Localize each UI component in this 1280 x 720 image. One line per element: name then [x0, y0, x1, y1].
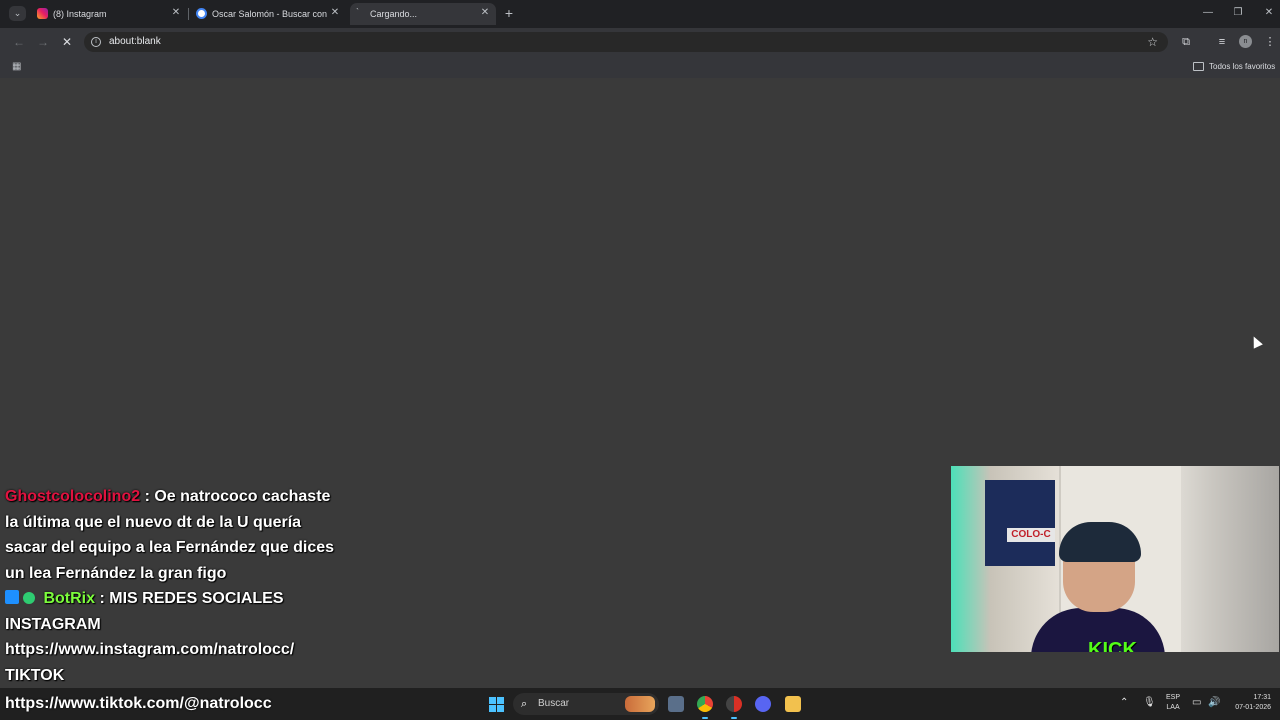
file-explorer-icon[interactable] — [785, 696, 801, 712]
new-tab-button[interactable]: + — [501, 5, 517, 21]
close-window-button[interactable]: ✕ — [1261, 6, 1277, 20]
network-icon[interactable]: ▭ — [1192, 696, 1201, 710]
close-icon: ✕ — [61, 35, 73, 49]
chat-link: https://www.tiktok.com/@natrolocc — [5, 695, 272, 712]
language-code: ESP — [1166, 694, 1181, 701]
chat-link: https://www.instagram.com/natrolocc/ — [5, 641, 295, 658]
bookmarks-bar: ▦ Todos los favoritos — [0, 56, 1280, 78]
taskbar-search[interactable]: ⌕ Buscar — [513, 693, 659, 715]
tab-search-button[interactable]: ⌄ — [9, 6, 26, 21]
start-icon[interactable] — [489, 697, 504, 712]
volume-icon[interactable]: 🔊 — [1208, 696, 1220, 710]
apps-grid-icon[interactable]: ▦ — [12, 61, 24, 73]
kebab-menu-icon: ⋮ — [1264, 36, 1276, 48]
menu-button[interactable]: ⋮ — [1262, 34, 1278, 50]
stop-loading-button[interactable]: ✕ — [59, 34, 75, 50]
chat-message: BotRix : MIS REDES SOCIALES INSTAGRAM ht… — [5, 586, 335, 688]
tab-loading[interactable]: ` Cargando... ✕ — [350, 3, 496, 25]
mouse-cursor-icon — [1249, 334, 1263, 349]
streamer — [1025, 522, 1165, 652]
info-icon[interactable]: i — [91, 37, 101, 47]
search-icon: ⌕ — [521, 698, 528, 710]
profile-avatar[interactable]: n — [1239, 35, 1252, 48]
address-text[interactable]: about:blank — [109, 36, 161, 48]
plus-icon: + — [504, 5, 514, 21]
chat-separator: : — [99, 590, 110, 607]
tab-title: Oscar Salomón - Buscar con Goo — [212, 9, 328, 19]
minimize-button[interactable]: — — [1200, 6, 1216, 20]
restore-button[interactable]: ❐ — [1230, 6, 1246, 20]
chat-text: TIKTOK — [5, 666, 65, 684]
windows-taskbar: https://www.tiktok.com/@natrolocc ⌕ Busc… — [0, 688, 1280, 720]
chrome-icon[interactable] — [697, 696, 713, 719]
all-bookmarks-link[interactable]: Todos los favoritos — [1209, 61, 1275, 72]
media-control-button[interactable]: ≡ — [1214, 34, 1230, 50]
chat-message: Ghostcolocolino2 : Oe natrococo cachaste… — [5, 484, 335, 586]
close-icon: ✕ — [1264, 7, 1274, 18]
restore-icon: ❐ — [1233, 7, 1243, 18]
search-placeholder: Buscar — [538, 698, 570, 709]
loading-icon: ` — [356, 7, 359, 17]
chat-username: Ghostcolocolino2 — [5, 488, 141, 505]
tab-title: (8) Instagram — [53, 9, 107, 19]
google-icon — [196, 8, 207, 19]
chat-text: MIS REDES SOCIALES — [109, 590, 284, 607]
tab-title: Cargando... — [370, 9, 418, 19]
discord-icon[interactable] — [755, 696, 771, 712]
chat-username: BotRix — [43, 590, 96, 607]
minimize-icon: — — [1203, 7, 1213, 18]
tab-separator — [188, 8, 189, 20]
chat-text: INSTAGRAM — [5, 615, 101, 633]
task-view-icon[interactable] — [668, 696, 684, 712]
moderator-icon — [5, 590, 19, 604]
kick-logo: KICK — [1088, 639, 1137, 652]
chrome-beta-icon[interactable] — [726, 696, 742, 719]
close-icon[interactable]: ✕ — [479, 7, 491, 19]
address-bar[interactable]: i about:blank ☆ — [84, 32, 1168, 52]
language-indicator[interactable]: ESP LAA — [1166, 693, 1180, 713]
extensions-button[interactable]: ⧉ — [1178, 34, 1194, 50]
instagram-icon — [37, 8, 48, 19]
tab-strip: ⌄ (8) Instagram ✕ Oscar Salomón - Buscar… — [0, 0, 1280, 28]
clock-date: 07-01-2026 — [1235, 704, 1271, 711]
microphone-icon[interactable]: 🎙 — [1143, 696, 1156, 710]
chevron-up-icon[interactable]: ⌃ — [1120, 696, 1128, 710]
chat-separator: : — [144, 488, 155, 505]
verified-icon — [23, 592, 35, 604]
arrow-left-icon: ← — [13, 35, 25, 49]
streamer-hair — [1059, 522, 1141, 562]
media-control-icon: ≡ — [1218, 36, 1226, 48]
stream-chat-overlay: Ghostcolocolino2 : Oe natrococo cachaste… — [5, 484, 335, 688]
close-icon[interactable]: ✕ — [170, 7, 182, 19]
browser-toolbar: ← → ✕ i about:blank ☆ ⧉ ≡ n ⋮ — [0, 28, 1280, 56]
chevron-down-icon: ⌄ — [13, 8, 22, 18]
forward-button[interactable]: → — [35, 34, 51, 50]
clock-time: 17:31 — [1253, 694, 1271, 701]
puzzle-icon: ⧉ — [1182, 36, 1190, 48]
tab-instagram[interactable]: (8) Instagram ✕ — [31, 3, 187, 25]
clock[interactable]: 17:31 07-01-2026 — [1229, 693, 1271, 713]
back-button[interactable]: ← — [11, 34, 27, 50]
close-icon[interactable]: ✕ — [329, 7, 341, 19]
tab-google-search[interactable]: Oscar Salomón - Buscar con Goo ✕ — [190, 3, 346, 25]
streamer-webcam: COLO-C KICK natrolocc — [951, 466, 1279, 652]
folder-icon[interactable] — [1193, 62, 1204, 71]
arrow-right-icon: → — [37, 35, 49, 49]
star-icon[interactable]: ☆ — [1147, 34, 1158, 50]
search-highlight-icon — [625, 696, 655, 712]
layout-code: LAA — [1166, 704, 1180, 711]
